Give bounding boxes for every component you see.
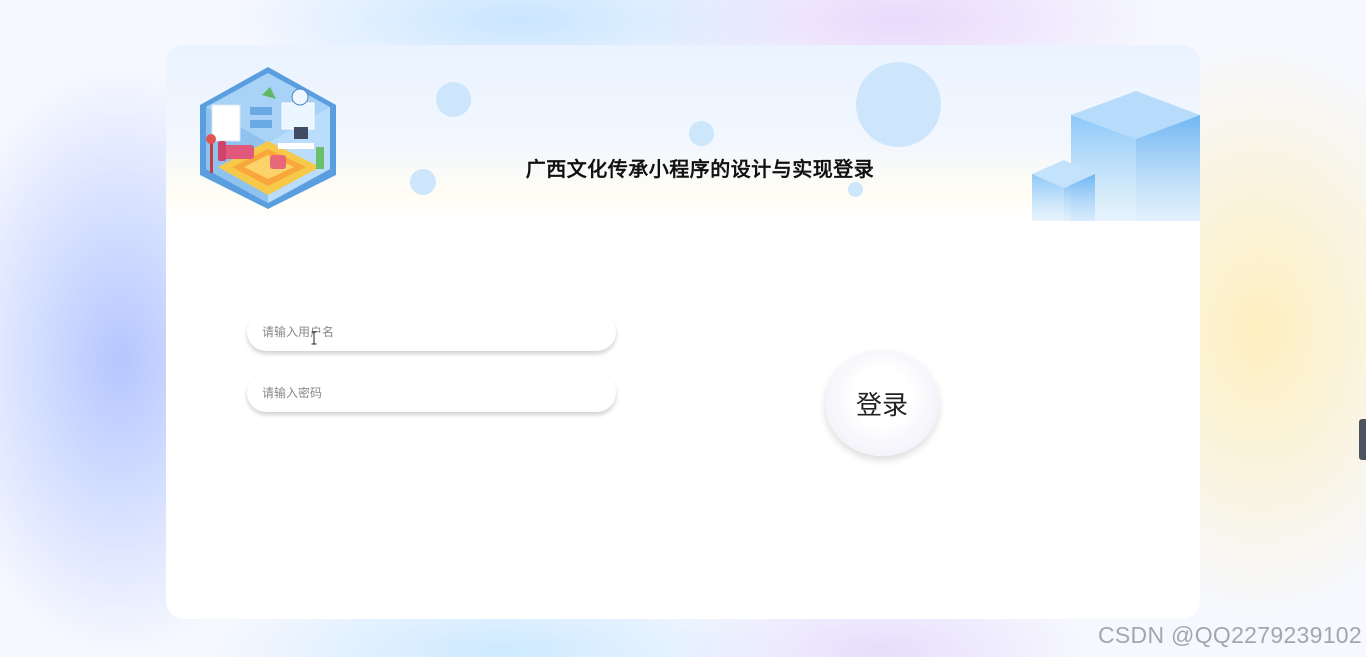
password-field[interactable] xyxy=(247,374,616,412)
username-input[interactable] xyxy=(247,313,616,351)
text-cursor-icon xyxy=(311,330,317,345)
password-input[interactable] xyxy=(247,374,616,412)
decor-bubble xyxy=(436,82,471,117)
header-banner: 广西文化传承小程序的设计与实现登录 xyxy=(166,45,1200,221)
login-button[interactable]: 登录 xyxy=(825,350,939,456)
decor-bubble xyxy=(689,121,714,146)
cubes-decoration-icon xyxy=(1026,85,1200,225)
username-field[interactable] xyxy=(247,313,616,351)
decor-bubble xyxy=(848,182,863,197)
login-card: 广西文化传承小程序的设计与实现登录 请输入用户名 登录 xyxy=(166,45,1200,619)
room-illustration-icon xyxy=(198,65,338,215)
csdn-watermark: CSDN @QQ2279239102 xyxy=(1097,622,1362,648)
decor-bubble xyxy=(856,62,941,147)
side-toolbar-handle[interactable] xyxy=(1359,419,1366,460)
